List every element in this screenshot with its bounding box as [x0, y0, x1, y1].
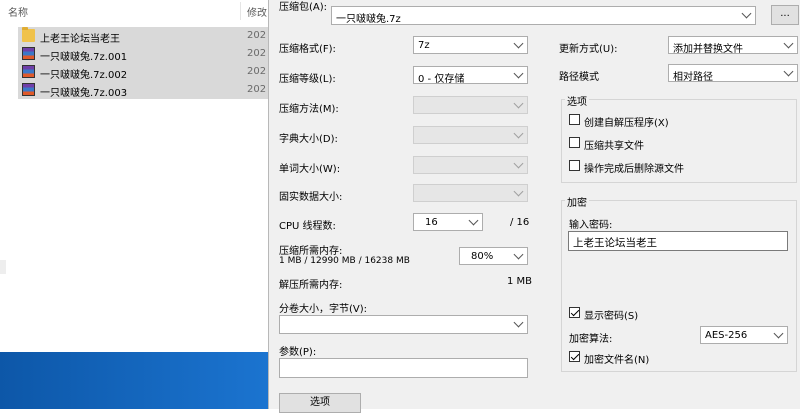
update-combo[interactable]: 添加并替换文件: [668, 36, 798, 55]
show-password-checkbox[interactable]: [569, 307, 580, 318]
level-value: 0 - 仅存储: [418, 74, 465, 85]
encryption-method-value: AES-256: [705, 330, 748, 341]
password-input[interactable]: 上老王论坛当老王: [568, 231, 788, 251]
params-input[interactable]: [279, 358, 528, 378]
sfx-label: 创建自解压程序(X): [584, 118, 669, 129]
folder-icon: [22, 27, 35, 42]
encrypt-names-checkbox[interactable]: [569, 351, 580, 362]
cpu-combo[interactable]: 16: [413, 213, 483, 231]
chevron-down-icon: [773, 328, 784, 339]
password-label: 输入密码:: [569, 220, 613, 231]
chevron-down-icon: [513, 68, 524, 79]
word-label: 单词大小(W):: [279, 164, 341, 175]
encrypt-names-label: 加密文件名(N): [584, 355, 650, 366]
shared-files-checkbox[interactable]: [569, 137, 580, 148]
taskbar-highlight: [0, 352, 268, 409]
show-password-label: 显示密码(S): [584, 311, 639, 322]
path-mode-label: 路径模式: [559, 72, 599, 83]
format-combo[interactable]: 7z: [413, 36, 528, 54]
path-mode-combo[interactable]: 相对路径: [668, 64, 798, 83]
decompress-memory-label: 解压所需内存:: [279, 280, 343, 291]
delete-after-checkbox[interactable]: [569, 160, 580, 171]
shared-files-label: 压缩共享文件: [584, 141, 644, 152]
cpu-total: / 16: [510, 217, 530, 228]
browse-button[interactable]: ...: [771, 5, 799, 25]
solid-label: 固实数据大小:: [279, 192, 343, 203]
file-row[interactable]: 一只啵啵兔.7z.003 202: [18, 81, 268, 99]
memory-percent-value: 80%: [471, 251, 494, 262]
cpu-value: 16: [425, 217, 438, 228]
add-to-archive-dialog: 压缩包(A): 一只啵啵兔.7z ... 压缩格式(F): 7z 压缩等级(L)…: [268, 0, 800, 413]
chevron-down-icon: [741, 8, 752, 19]
column-header: 名称 修改: [0, 0, 268, 22]
file-explorer: 名称 修改 上老王论坛当老王 202 一只啵啵兔.7z.001 202 一只啵啵…: [0, 0, 268, 352]
volume-combo[interactable]: [279, 315, 528, 334]
column-name-header[interactable]: 名称: [8, 4, 28, 19]
chevron-down-icon: [468, 215, 479, 226]
archive-icon: [22, 47, 35, 60]
word-combo[interactable]: [413, 156, 528, 174]
file-name: 一只啵啵兔.7z.002: [40, 70, 128, 81]
format-label: 压缩格式(F):: [279, 44, 336, 55]
path-mode-value: 相对路径: [673, 72, 713, 83]
decompress-memory-value: 1 MB: [507, 276, 533, 287]
archive-path-combo[interactable]: 一只啵啵兔.7z: [331, 6, 756, 25]
encryption-group-title: 加密: [565, 194, 589, 209]
archive-icon: [22, 83, 35, 96]
file-date: 202: [247, 30, 267, 41]
level-combo[interactable]: 0 - 仅存储: [413, 66, 528, 85]
method-label: 压缩方法(M):: [279, 104, 339, 115]
chevron-down-icon: [513, 186, 524, 197]
file-row[interactable]: 一只啵啵兔.7z.002 202: [18, 63, 268, 81]
dict-label: 字典大小(D):: [279, 134, 338, 145]
memory-label: 压缩所需内存:: [279, 246, 343, 257]
password-value: 上老王论坛当老王: [573, 237, 657, 249]
archive-path-value: 一只啵啵兔.7z: [336, 14, 401, 25]
file-date: 202: [247, 66, 267, 77]
sfx-checkbox[interactable]: [569, 114, 580, 125]
memory-percent-combo[interactable]: 80%: [459, 247, 528, 265]
encryption-method-combo[interactable]: AES-256: [700, 326, 788, 344]
dict-combo[interactable]: [413, 126, 528, 144]
file-name: 上老王论坛当老王: [40, 34, 120, 45]
level-label: 压缩等级(L):: [279, 74, 336, 85]
chevron-down-icon: [513, 98, 524, 109]
file-name: 一只啵啵兔.7z.003: [40, 88, 128, 99]
delete-after-label: 操作完成后删除源文件: [584, 164, 684, 175]
format-value: 7z: [418, 40, 430, 51]
method-combo[interactable]: [413, 96, 528, 114]
cpu-label: CPU 线程数:: [279, 221, 336, 232]
file-name: 一只啵啵兔.7z.001: [40, 52, 128, 63]
archive-icon: [22, 65, 35, 78]
update-value: 添加并替换文件: [673, 44, 743, 55]
memory-detail: 1 MB / 12990 MB / 16238 MB: [279, 256, 410, 266]
encryption-method-label: 加密算法:: [569, 334, 613, 345]
file-date: 202: [247, 84, 267, 95]
chevron-down-icon: [513, 158, 524, 169]
update-label: 更新方式(U):: [559, 44, 618, 55]
solid-combo[interactable]: [413, 184, 528, 202]
file-row[interactable]: 上老王论坛当老王 202: [18, 27, 268, 45]
archive-label: 压缩包(A):: [279, 2, 328, 13]
params-label: 参数(P):: [279, 347, 317, 358]
column-date-header[interactable]: 修改: [247, 4, 267, 19]
file-row[interactable]: 一只啵啵兔.7z.001 202: [18, 45, 268, 63]
chevron-down-icon: [513, 38, 524, 49]
column-separator[interactable]: [240, 2, 241, 20]
file-date: 202: [247, 48, 267, 59]
chevron-down-icon: [513, 317, 524, 328]
chevron-down-icon: [783, 38, 794, 49]
volume-label: 分卷大小，字节(V):: [279, 304, 368, 315]
chevron-down-icon: [513, 249, 524, 260]
chevron-down-icon: [783, 66, 794, 77]
options-button[interactable]: 选项: [279, 393, 361, 413]
options-group-title: 选项: [565, 93, 589, 108]
chevron-down-icon: [513, 128, 524, 139]
scroll-edge: [0, 260, 6, 274]
